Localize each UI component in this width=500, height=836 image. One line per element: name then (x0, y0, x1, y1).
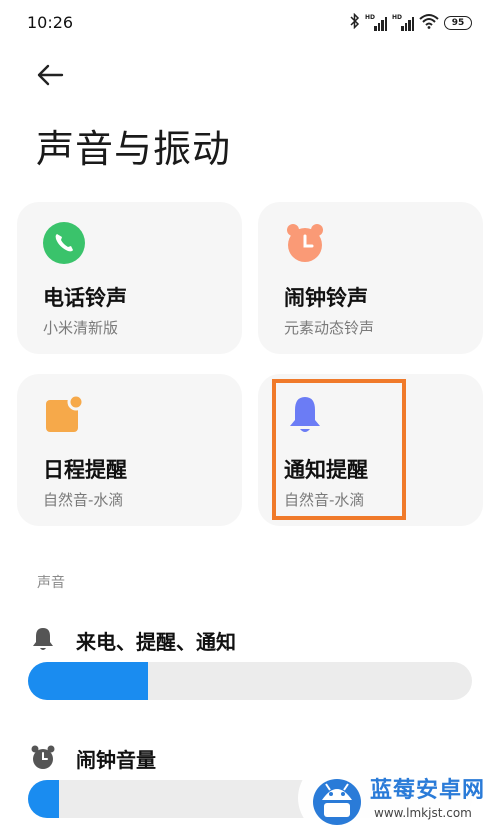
watermark-name: 蓝莓安卓网 (370, 778, 486, 803)
calendar-note-icon (43, 393, 85, 436)
alarm-clock-icon (30, 744, 56, 770)
section-label-sound: 声音 (37, 575, 65, 591)
phone-icon (43, 222, 85, 264)
arrow-left-icon (37, 64, 64, 86)
highlight-box (272, 379, 406, 520)
card-subtitle: 自然音-水滴 (43, 491, 124, 509)
slider-label-ring-volume: 来电、提醒、通知 (76, 630, 236, 654)
slider-fill (28, 780, 60, 818)
card-alarm-ringtone[interactable]: 闹钟铃声 元素动态铃声 (258, 202, 483, 354)
card-title: 电话铃声 (43, 286, 127, 310)
ring-volume-slider[interactable] (28, 662, 472, 700)
status-icons: HD HD 95 (350, 12, 472, 33)
card-subtitle: 小米清新版 (43, 319, 119, 337)
alarm-clock-icon (284, 222, 326, 264)
wifi-icon (419, 13, 439, 33)
watermark-url: www.lmkjst.com (374, 806, 472, 820)
slider-fill (28, 662, 148, 700)
card-title: 闹钟铃声 (284, 286, 368, 310)
signal-icon: HD (365, 14, 387, 31)
page-title: 声音与振动 (36, 127, 232, 171)
status-time: 10:26 (27, 13, 74, 32)
card-title: 日程提醒 (43, 458, 127, 482)
slider-label-alarm-volume: 闹钟音量 (76, 748, 156, 772)
card-calendar-reminder[interactable]: 日程提醒 自然音-水滴 (17, 374, 242, 526)
card-subtitle: 元素动态铃声 (284, 319, 375, 337)
signal-icon: HD (392, 14, 414, 31)
battery-icon: 95 (444, 16, 472, 30)
card-phone-ringtone[interactable]: 电话铃声 小米清新版 (17, 202, 242, 354)
android-logo-icon (312, 770, 362, 826)
status-bar: 10:26 HD HD 95 (0, 0, 500, 48)
back-button[interactable] (36, 60, 68, 90)
bluetooth-icon (350, 12, 360, 33)
bell-icon (30, 626, 56, 652)
watermark: 蓝莓安卓网 www.lmkjst.com (298, 760, 500, 836)
